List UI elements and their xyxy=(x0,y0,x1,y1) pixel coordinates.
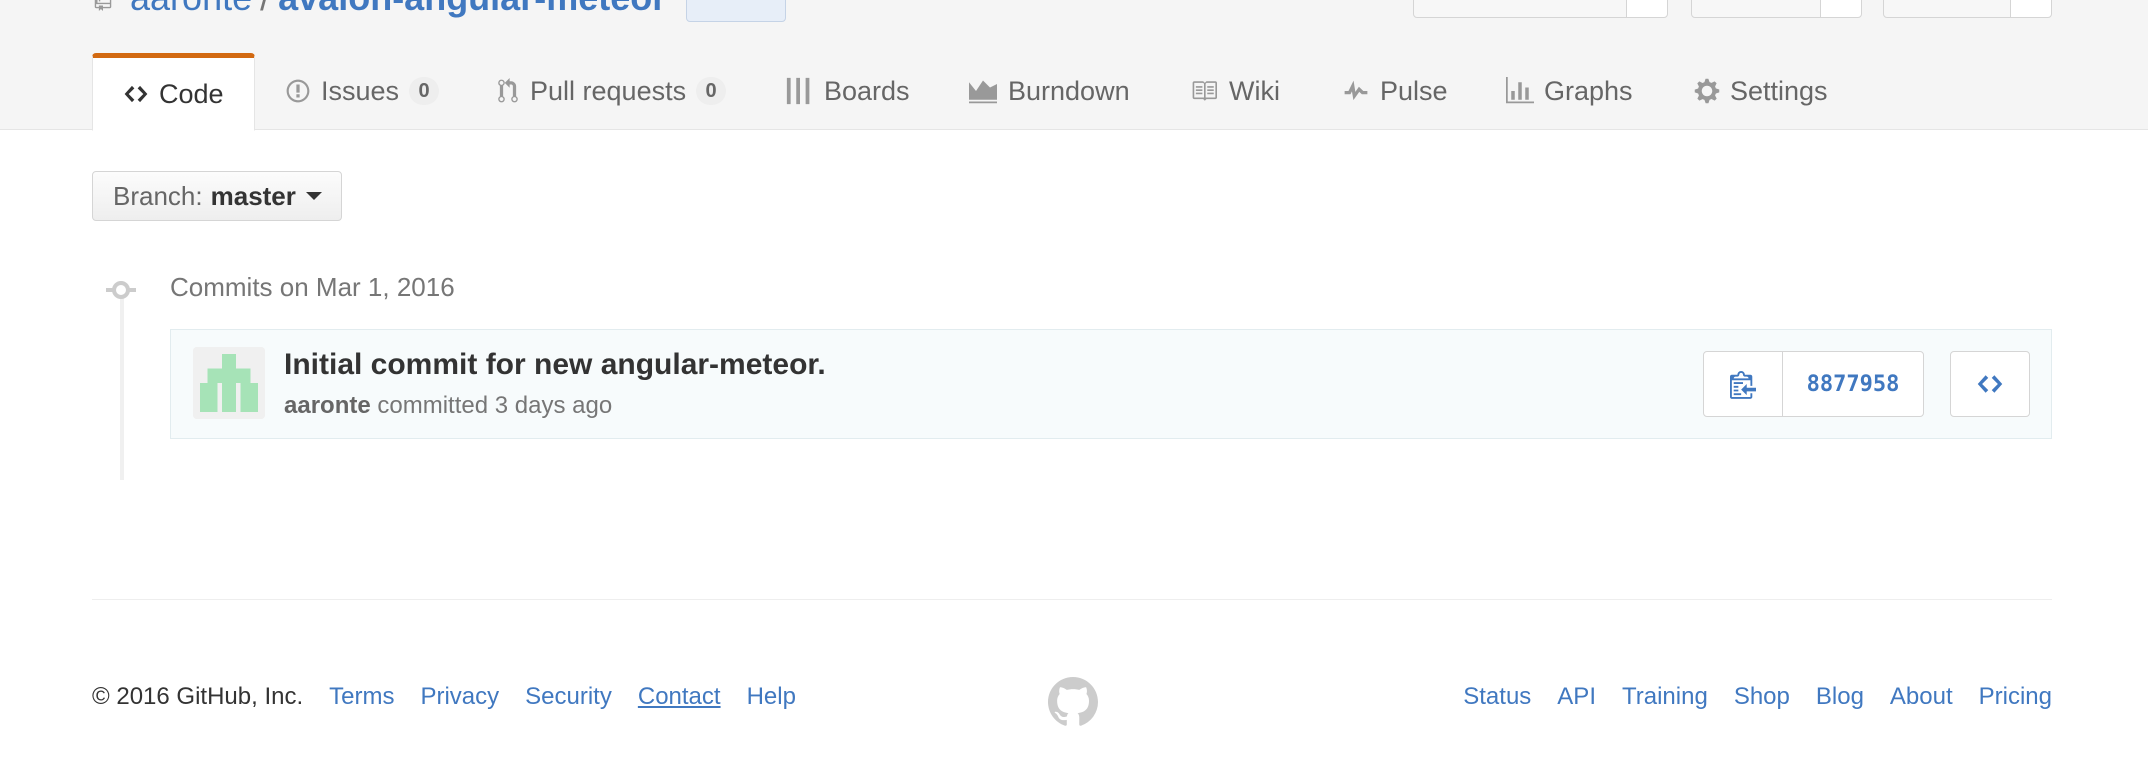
tab-settings[interactable]: Settings xyxy=(1694,53,1828,129)
tab-pull-requests[interactable]: Pull requests 0 xyxy=(496,53,727,129)
boards-icon xyxy=(786,77,810,105)
watch-count[interactable] xyxy=(1626,0,1668,18)
commit-title-link[interactable]: Initial commit for new angular-meteor. xyxy=(284,348,826,382)
repo-separator: / xyxy=(260,0,270,18)
repo-header: aaronte / avalon-angular-meteor Code Issue… xyxy=(0,0,2148,131)
tab-label: Boards xyxy=(824,75,910,106)
repo-label xyxy=(686,0,786,22)
tab-boards[interactable]: Boards xyxy=(786,53,910,129)
commit-meta: aaronte committed 3 days ago xyxy=(284,392,612,420)
issue-opened-icon xyxy=(286,79,310,103)
footer-copyright: © 2016 GitHub, Inc. xyxy=(92,683,304,710)
tab-issues[interactable]: Issues 0 xyxy=(285,53,440,129)
footer-link-terms[interactable]: Terms xyxy=(329,683,394,711)
graph-icon xyxy=(1506,77,1534,104)
tab-label: Wiki xyxy=(1229,75,1280,106)
clippy-icon xyxy=(1730,371,1756,399)
footer-link-about[interactable]: About xyxy=(1890,683,1953,711)
commit-action: committed xyxy=(377,392,489,419)
repo-name-link[interactable]: avalon-angular-meteor xyxy=(278,0,666,18)
branch-name: master xyxy=(210,180,296,211)
watch-button[interactable] xyxy=(1413,0,1627,18)
code-icon xyxy=(1977,375,2003,393)
fork-count[interactable] xyxy=(2010,0,2052,18)
commit-sha-link[interactable]: 8877958 xyxy=(1783,352,1923,416)
tab-label: Pulse xyxy=(1380,75,1448,106)
tab-burndown[interactable]: Burndown xyxy=(968,53,1130,129)
tab-graphs[interactable]: Graphs xyxy=(1506,53,1633,129)
pull-requests-counter: 0 xyxy=(696,77,727,105)
footer-link-privacy[interactable]: Privacy xyxy=(420,683,499,711)
tab-label: Code xyxy=(159,78,224,109)
footer-left: © 2016 GitHub, Inc. Terms Privacy Securi… xyxy=(92,683,796,711)
pulse-icon xyxy=(1344,80,1368,101)
footer-right: Status API Training Shop Blog About Pric… xyxy=(1463,683,2052,711)
commit-group-title: Commits on Mar 1, 2016 xyxy=(170,272,455,302)
footer-link-help[interactable]: Help xyxy=(747,683,796,711)
git-pull-request-icon xyxy=(498,78,518,103)
star-count[interactable] xyxy=(1820,0,1862,18)
footer-link-contact[interactable]: Contact xyxy=(638,683,721,711)
avatar[interactable] xyxy=(193,347,265,419)
branch-select-button[interactable]: Branch: master xyxy=(92,171,342,221)
timeline-line xyxy=(120,288,124,480)
fork-button[interactable] xyxy=(1883,0,2011,18)
browse-code-button[interactable] xyxy=(1950,351,2030,417)
repo-owner-link[interactable]: aaronte xyxy=(130,0,252,18)
copy-sha-button[interactable] xyxy=(1704,352,1783,416)
footer-link-training[interactable]: Training xyxy=(1622,683,1708,711)
git-commit-icon xyxy=(106,281,136,299)
footer-divider xyxy=(92,599,2052,600)
chevron-down-icon xyxy=(305,192,322,200)
footer-link-shop[interactable]: Shop xyxy=(1734,683,1790,711)
issues-counter: 0 xyxy=(409,77,440,105)
footer-link-status[interactable]: Status xyxy=(1463,683,1531,711)
burndown-icon xyxy=(969,80,997,104)
tab-label: Issues xyxy=(321,75,400,106)
tab-label: Pull requests xyxy=(530,75,687,106)
commit-time: 3 days ago xyxy=(494,392,613,419)
tab-label: Graphs xyxy=(1544,75,1633,106)
github-mark-icon[interactable] xyxy=(1048,677,1098,727)
repo-title: aaronte / avalon-angular-meteor xyxy=(92,0,666,18)
book-icon xyxy=(1192,81,1217,101)
footer-link-api[interactable]: API xyxy=(1557,683,1596,711)
star-button[interactable] xyxy=(1691,0,1821,18)
tab-pulse[interactable]: Pulse xyxy=(1342,53,1448,129)
branch-prefix: Branch: xyxy=(113,180,203,211)
footer-link-security[interactable]: Security xyxy=(525,683,612,711)
tab-label: Burndown xyxy=(1008,75,1130,106)
commit-row: Initial commit for new angular-meteor. a… xyxy=(170,329,2052,439)
repo-icon xyxy=(94,0,112,12)
code-icon xyxy=(124,85,148,103)
gear-icon xyxy=(1694,78,1720,104)
footer-link-blog[interactable]: Blog xyxy=(1816,683,1864,711)
tab-wiki[interactable]: Wiki xyxy=(1189,53,1280,129)
tab-code[interactable]: Code xyxy=(92,53,255,131)
commit-author-link[interactable]: aaronte xyxy=(284,392,371,419)
commit-sha-group: 8877958 xyxy=(1703,351,1924,417)
tab-label: Settings xyxy=(1730,75,1828,106)
footer-link-pricing[interactable]: Pricing xyxy=(1979,683,2052,711)
